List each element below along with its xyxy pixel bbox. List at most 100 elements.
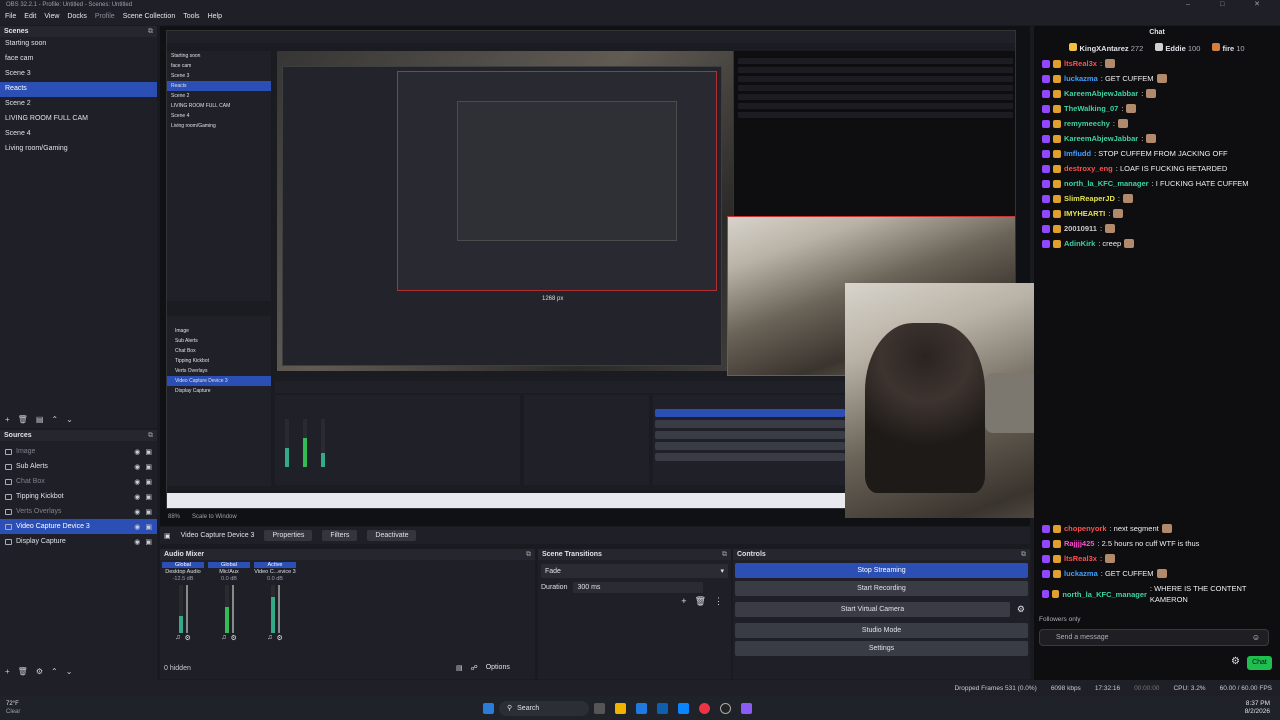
lock-icon[interactable]: ▣ [145, 508, 152, 516]
lock-icon[interactable]: ▣ [145, 448, 152, 456]
file-explorer-icon[interactable] [615, 702, 626, 714]
scene-item[interactable]: Scene 4 [0, 127, 157, 142]
eye-icon[interactable]: ◉ [134, 508, 140, 516]
options-button[interactable]: Options [486, 664, 510, 672]
chat-username[interactable]: destroxy_eng [1064, 163, 1113, 174]
add-icon[interactable]: + [5, 415, 10, 424]
chat-username[interactable]: chopenyork [1064, 523, 1107, 534]
chrome-icon[interactable] [699, 702, 710, 714]
system-clock[interactable]: 8:37 PM 8/2/2026 [1245, 700, 1270, 716]
settings-button[interactable]: Settings [735, 641, 1028, 656]
filters-button[interactable]: Filters [322, 530, 358, 541]
lock-icon[interactable]: ▣ [145, 493, 152, 501]
chat-username[interactable]: north_la_KFC_manager [1064, 178, 1149, 189]
list-icon[interactable]: ▤ [456, 664, 463, 672]
float-icon[interactable]: ⧉ [526, 551, 531, 559]
channel-name[interactable]: Mic/Aux [219, 569, 239, 575]
taskbar-search[interactable]: ⚲ Search [499, 700, 589, 716]
remove-icon[interactable]: 🗑 [18, 667, 28, 676]
chat-send-button[interactable]: Chat [1247, 656, 1272, 670]
link-icon[interactable]: ☍ [471, 664, 478, 672]
chat-username[interactable]: 20010911 [1064, 223, 1097, 234]
channel-name[interactable]: Desktop Audio [165, 569, 200, 575]
edge-icon[interactable] [636, 702, 647, 714]
source-item[interactable]: Verts Overlays ◉ ▣ [0, 504, 157, 519]
scene-item[interactable]: Starting soon [0, 37, 157, 52]
duration-input[interactable]: 300 ms [573, 582, 704, 593]
chat-username[interactable]: Imfludd [1064, 148, 1091, 159]
move-up-icon[interactable]: ⌃ [51, 667, 58, 676]
source-item[interactable]: Sub Alerts ◉ ▣ [0, 459, 157, 474]
lock-icon[interactable]: ▣ [145, 523, 152, 531]
lock-icon[interactable]: ▣ [145, 538, 152, 546]
scene-item[interactable]: Scene 3 [0, 67, 157, 82]
chat-username[interactable]: IMYHEARTI [1064, 208, 1105, 219]
eye-icon[interactable]: ◉ [134, 448, 140, 456]
gear-icon[interactable]: ⚙ [36, 667, 43, 676]
lock-icon[interactable]: ▣ [145, 478, 152, 486]
move-up-icon[interactable]: ⌃ [51, 415, 58, 424]
obs-icon[interactable] [720, 702, 731, 714]
gear-icon[interactable]: ⚙ [276, 634, 282, 642]
volume-slider[interactable] [231, 585, 234, 633]
menu-docks[interactable]: Docks [67, 13, 86, 23]
more-icon[interactable]: ⋮ [714, 596, 723, 607]
chat-input[interactable]: Send a message ☺ [1039, 629, 1269, 646]
eye-icon[interactable]: ◉ [134, 493, 140, 501]
task-view-icon[interactable] [594, 702, 605, 714]
eye-icon[interactable]: ◉ [134, 523, 140, 531]
scene-item[interactable]: Living room/Gaming [0, 142, 157, 157]
speaker-icon[interactable]: ♫ [267, 634, 272, 642]
float-icon[interactable]: ⧉ [722, 551, 727, 559]
float-icon[interactable]: ⧉ [148, 432, 153, 440]
menu-file[interactable]: File [5, 13, 16, 23]
scale-mode[interactable]: Scale to Window [192, 514, 237, 522]
float-icon[interactable]: ⧉ [148, 28, 153, 36]
zoom-level[interactable]: 88% [168, 514, 180, 522]
chat-username[interactable]: luckazma [1064, 568, 1098, 579]
studio-mode-button[interactable]: Studio Mode [735, 623, 1028, 638]
store-icon[interactable] [657, 702, 668, 714]
chat-username[interactable]: remymeechy [1064, 118, 1110, 129]
volume-slider[interactable] [185, 585, 188, 633]
transition-select[interactable]: Fade ▾ [541, 564, 728, 578]
mail-icon[interactable] [678, 702, 689, 714]
filter-icon[interactable]: ▤ [36, 415, 44, 424]
source-item[interactable]: Image ◉ ▣ [0, 444, 157, 459]
eye-icon[interactable]: ◉ [134, 478, 140, 486]
lock-icon[interactable]: ▣ [145, 463, 152, 471]
scene-item[interactable]: face cam [0, 52, 157, 67]
scene-item[interactable]: LIVING ROOM FULL CAM [0, 112, 157, 127]
speaker-icon[interactable]: ♫ [175, 634, 180, 642]
scene-item[interactable]: Reacts [0, 82, 157, 97]
menu-help[interactable]: Help [208, 13, 222, 23]
gear-icon[interactable]: ⚙ [1017, 604, 1025, 615]
start-recording-button[interactable]: Start Recording [735, 581, 1028, 596]
stop-streaming-button[interactable]: Stop Streaming [735, 563, 1028, 578]
gear-icon[interactable]: ⚙ [1231, 656, 1240, 667]
source-item[interactable]: Chat Box ◉ ▣ [0, 474, 157, 489]
deactivate-button[interactable]: Deactivate [367, 530, 417, 541]
remove-icon[interactable]: 🗑 [695, 596, 706, 607]
menu-tools[interactable]: Tools [183, 13, 199, 23]
properties-button[interactable]: Properties [264, 530, 313, 541]
window-controls[interactable]: – □ ✕ [1186, 0, 1274, 8]
gear-icon[interactable]: ⚙ [230, 634, 236, 642]
windows-start-icon[interactable] [483, 702, 494, 714]
chat-username[interactable]: SlimReaperJD [1064, 193, 1115, 204]
menu-edit[interactable]: Edit [24, 13, 36, 23]
chat-username[interactable]: TheWalking_07 [1064, 103, 1118, 114]
chat-username[interactable]: KareemAbjewJabbar [1064, 88, 1138, 99]
eye-icon[interactable]: ◉ [134, 538, 140, 546]
chat-username[interactable]: ltsReal3x [1064, 553, 1097, 564]
source-item[interactable]: Video Capture Device 3 ◉ ▣ [0, 519, 157, 534]
channel-name[interactable]: Video C...evice 3 [254, 569, 295, 575]
emote-picker-icon[interactable]: ☺ [1252, 633, 1260, 642]
menu-scene-collection[interactable]: Scene Collection [123, 13, 176, 23]
volume-slider[interactable] [277, 585, 280, 633]
float-icon[interactable]: ⧉ [1021, 551, 1026, 559]
remove-icon[interactable]: 🗑 [18, 415, 28, 424]
chat-username[interactable]: KareemAbjewJabbar [1064, 133, 1138, 144]
add-icon[interactable]: + [681, 596, 686, 607]
move-down-icon[interactable]: ⌄ [66, 415, 73, 424]
